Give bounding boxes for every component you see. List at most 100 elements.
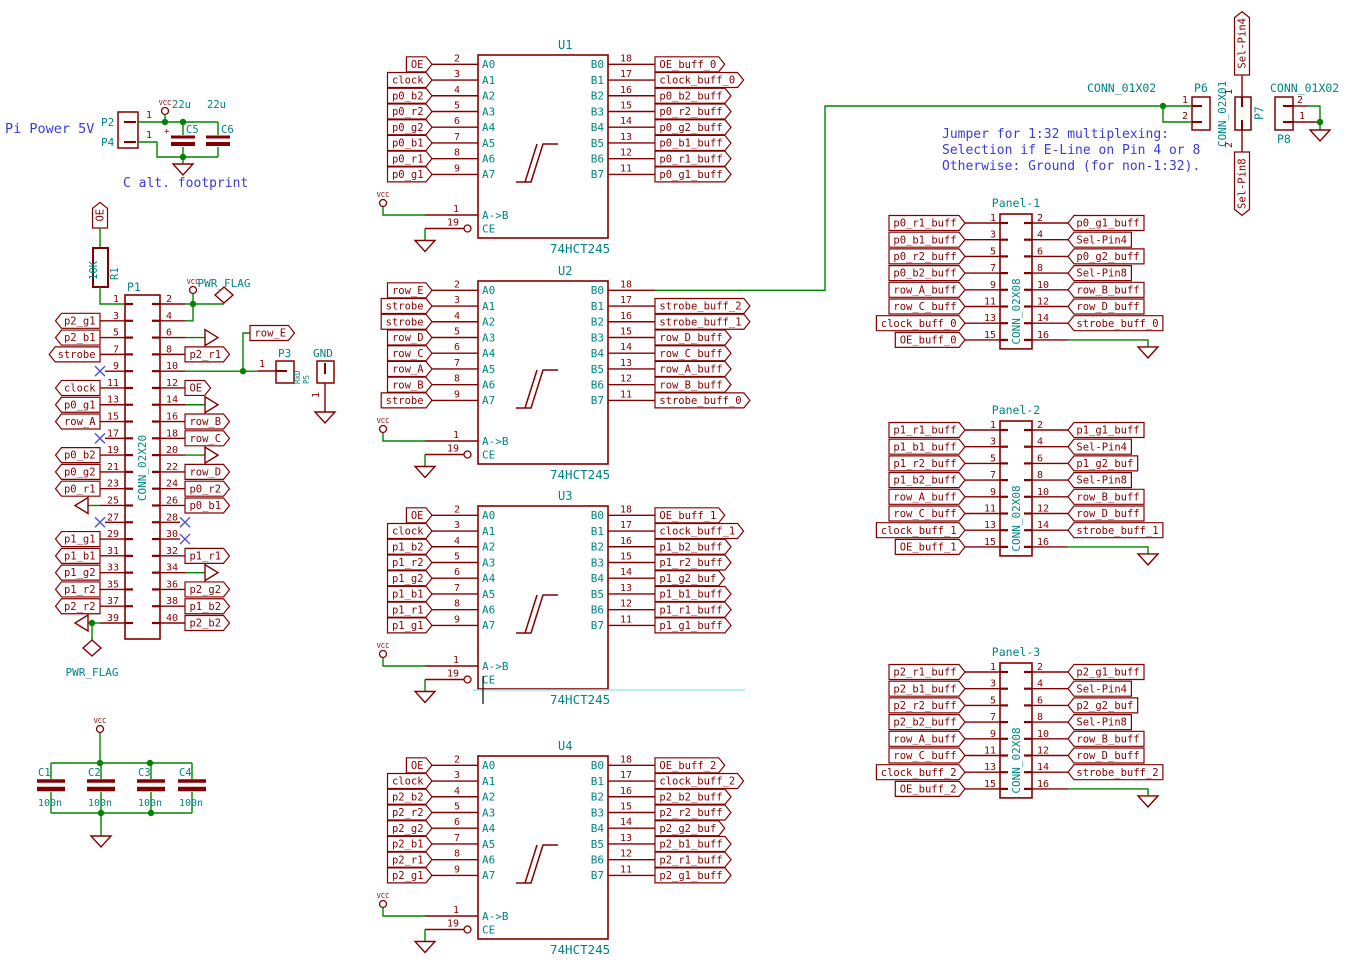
global-label[interactable]: p0_r1 [56,481,101,496]
vcc-symbol[interactable] [162,108,169,115]
ground-symbol[interactable] [415,692,435,703]
global-label[interactable]: strobe [381,299,432,314]
vcc-symbol[interactable] [190,287,197,294]
wire-rowE[interactable] [243,333,250,371]
global-label[interactable]: strobe_buff_2 [1068,765,1163,780]
global-label[interactable]: p0_g1_buff [655,167,731,182]
wire-gnd[interactable] [1068,340,1148,347]
cap-value[interactable]: 22u [172,99,191,111]
ground-symbol[interactable] [205,565,218,581]
global-label[interactable]: OE [406,758,432,773]
cap-ref[interactable]: C6 [221,124,234,136]
global-label[interactable]: p2_g2 [185,582,230,597]
global-label[interactable]: OE_buff_2 [655,758,725,773]
global-label[interactable]: Sel-Pin4 [1068,681,1131,696]
global-label[interactable]: p2_r2 [388,805,433,820]
global-label[interactable]: strobe_buff_1 [1068,523,1163,538]
global-label[interactable]: p2_r1_buff [889,665,965,680]
global-label[interactable]: p1_b1_buff [655,586,731,601]
p8-ref[interactable]: P8 [1277,132,1291,146]
global-label[interactable]: p0_g1 [388,167,433,182]
cap-ref[interactable]: C5 [186,124,199,136]
ground-symbol[interactable] [415,241,435,252]
global-label[interactable]: p0_g1_buff [1068,216,1144,231]
cap-value[interactable]: 100n [88,798,112,809]
resistor-ref[interactable]: R1 [109,267,121,280]
global-label[interactable]: row_D_buff [1068,299,1144,314]
global-label[interactable]: row_D_buff [655,330,731,345]
global-label[interactable]: clock [388,524,433,539]
vcc-symbol[interactable] [380,426,387,433]
global-label[interactable]: clock_buff_2 [655,774,744,789]
p6-value[interactable]: CONN_01X02 [1087,81,1156,95]
ic-ref[interactable]: U3 [558,489,572,503]
global-label[interactable]: p2_r1 [388,852,433,867]
wire-gnd[interactable] [1068,789,1148,796]
resistor-value[interactable]: 10K [88,260,100,280]
ref-p4[interactable]: P4 [101,136,115,149]
ic-ref[interactable]: U2 [558,264,572,278]
global-label[interactable]: strobe [381,393,432,408]
global-label[interactable]: OE [93,202,108,228]
pwr-flag-symbol[interactable] [83,640,101,656]
ground-symbol[interactable] [1138,554,1158,565]
vcc-symbol[interactable] [97,726,104,733]
global-label[interactable]: p2_r2 [56,599,101,614]
global-label[interactable]: Sel-Pin4 [1235,12,1250,75]
global-label[interactable]: p1_r1 [388,602,433,617]
global-label[interactable]: p0_b2_buff [655,88,731,103]
global-label[interactable]: row_B_buff [655,377,731,392]
global-label[interactable]: p2_b1_buff [655,836,731,851]
global-label[interactable]: row_C_buff [655,346,731,361]
wire[interactable] [383,207,425,215]
global-label[interactable]: row_E [388,283,433,298]
panel-title[interactable]: Panel-1 [992,196,1041,210]
global-label[interactable]: OE [406,57,432,72]
global-label[interactable]: row_D_buff [1068,506,1144,521]
cap-value[interactable]: 100n [179,798,203,809]
global-label[interactable]: p1_g1_buff [655,618,731,633]
ic-ref[interactable]: U1 [558,38,572,52]
global-label[interactable]: Sel-Pin8 [1068,715,1131,730]
global-label[interactable]: p0_b1_buff [655,135,731,150]
footprint-note[interactable]: C alt. footprint [123,176,248,191]
ref-gnd[interactable]: GND [313,347,333,360]
p8-value[interactable]: CONN_01X02 [1270,81,1339,95]
global-label[interactable]: p0_g2_buff [655,120,731,135]
global-label[interactable]: row_C_buff [889,506,965,521]
global-label[interactable]: p0_b1 [388,135,433,150]
global-label[interactable]: p0_r2 [388,104,433,119]
global-label[interactable]: strobe_buff_0 [1068,316,1163,331]
global-label[interactable]: p2_b1 [388,836,433,851]
global-label[interactable]: row_D [388,330,433,345]
global-label[interactable]: Sel-Pin8 [1068,473,1131,488]
panel-value[interactable]: CONN_02X08 [1010,485,1023,551]
global-label[interactable]: p2_g1_buff [655,868,731,883]
ic-part-name[interactable]: 74HCT245 [550,692,610,707]
global-label[interactable]: row_B_buff [1068,282,1144,297]
wire[interactable] [383,658,425,666]
pwr-flag-label[interactable]: PWR_FLAG [198,277,251,290]
ic-part-name[interactable]: 74HCT245 [550,467,610,482]
ground-symbol[interactable] [91,836,111,847]
global-label[interactable]: row_E [250,326,295,341]
global-label[interactable]: OE_buff_0 [895,332,965,347]
global-label[interactable]: p0_r2_buff [655,104,731,119]
ground-symbol[interactable] [205,447,218,463]
global-label[interactable]: p2_b2 [388,789,433,804]
global-label[interactable]: row_A [388,361,433,376]
vcc-symbol[interactable] [380,651,387,658]
ground-symbol[interactable] [415,467,435,478]
global-label[interactable]: clock [388,73,433,88]
panel-value[interactable]: CONN_02X08 [1010,278,1023,344]
global-label[interactable]: p2_g2_buf [655,821,725,836]
global-label[interactable]: p0_b1_buff [889,232,965,247]
global-label[interactable]: p1_g2 [388,571,433,586]
vcc-symbol[interactable] [380,901,387,908]
global-label[interactable]: p0_g2 [388,120,433,135]
global-label[interactable]: p2_r1 [185,347,230,362]
ground-symbol[interactable] [1310,130,1330,141]
global-label[interactable]: strobe [381,314,432,329]
global-label[interactable]: p1_r2_buff [655,555,731,570]
cap-ref[interactable]: C1 [38,767,51,779]
